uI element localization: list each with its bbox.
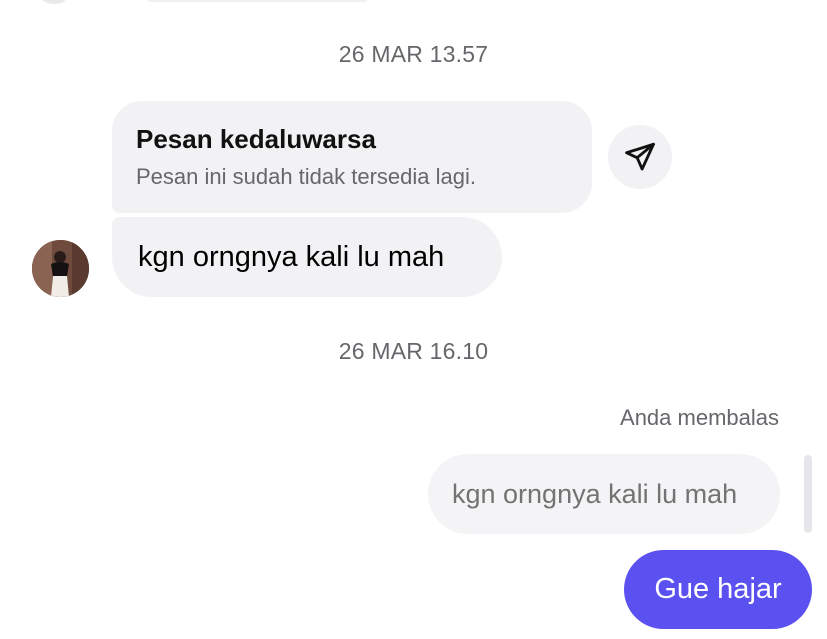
incoming-message-bubble[interactable]: kgn orngnya kali lu mah — [112, 217, 502, 297]
expired-message-title: Pesan kedaluwarsa — [136, 124, 376, 154]
reply-indicator-bar — [804, 455, 812, 533]
timestamp-divider: 26 MAR 16.10 — [338, 338, 489, 364]
forward-icon — [623, 140, 657, 174]
quoted-reply-bubble[interactable]: kgn orngnya kali lu mah — [428, 454, 780, 534]
sender-avatar[interactable] — [32, 240, 89, 297]
outgoing-message-bubble[interactable]: Gue hajar — [624, 550, 812, 629]
outgoing-message-text: Gue hajar — [654, 573, 782, 605]
timestamp-divider: 26 MAR 13.57 — [338, 41, 489, 67]
quoted-reply-text: kgn orngnya kali lu mah — [452, 478, 738, 509]
incoming-message-text: kgn orngnya kali lu mah — [138, 240, 445, 273]
expired-message-bubble[interactable]: Pesan kedaluwarsa Pesan ini sudah tidak … — [112, 101, 592, 213]
reply-label: Anda membalas — [620, 405, 779, 430]
expired-message-subtitle: Pesan ini sudah tidak tersedia lagi. — [136, 164, 476, 189]
previous-avatar-fragment — [40, 0, 68, 4]
previous-bubble-fragment — [145, 0, 370, 2]
forward-button[interactable] — [608, 125, 672, 189]
previous-message-fragment — [0, 0, 827, 6]
